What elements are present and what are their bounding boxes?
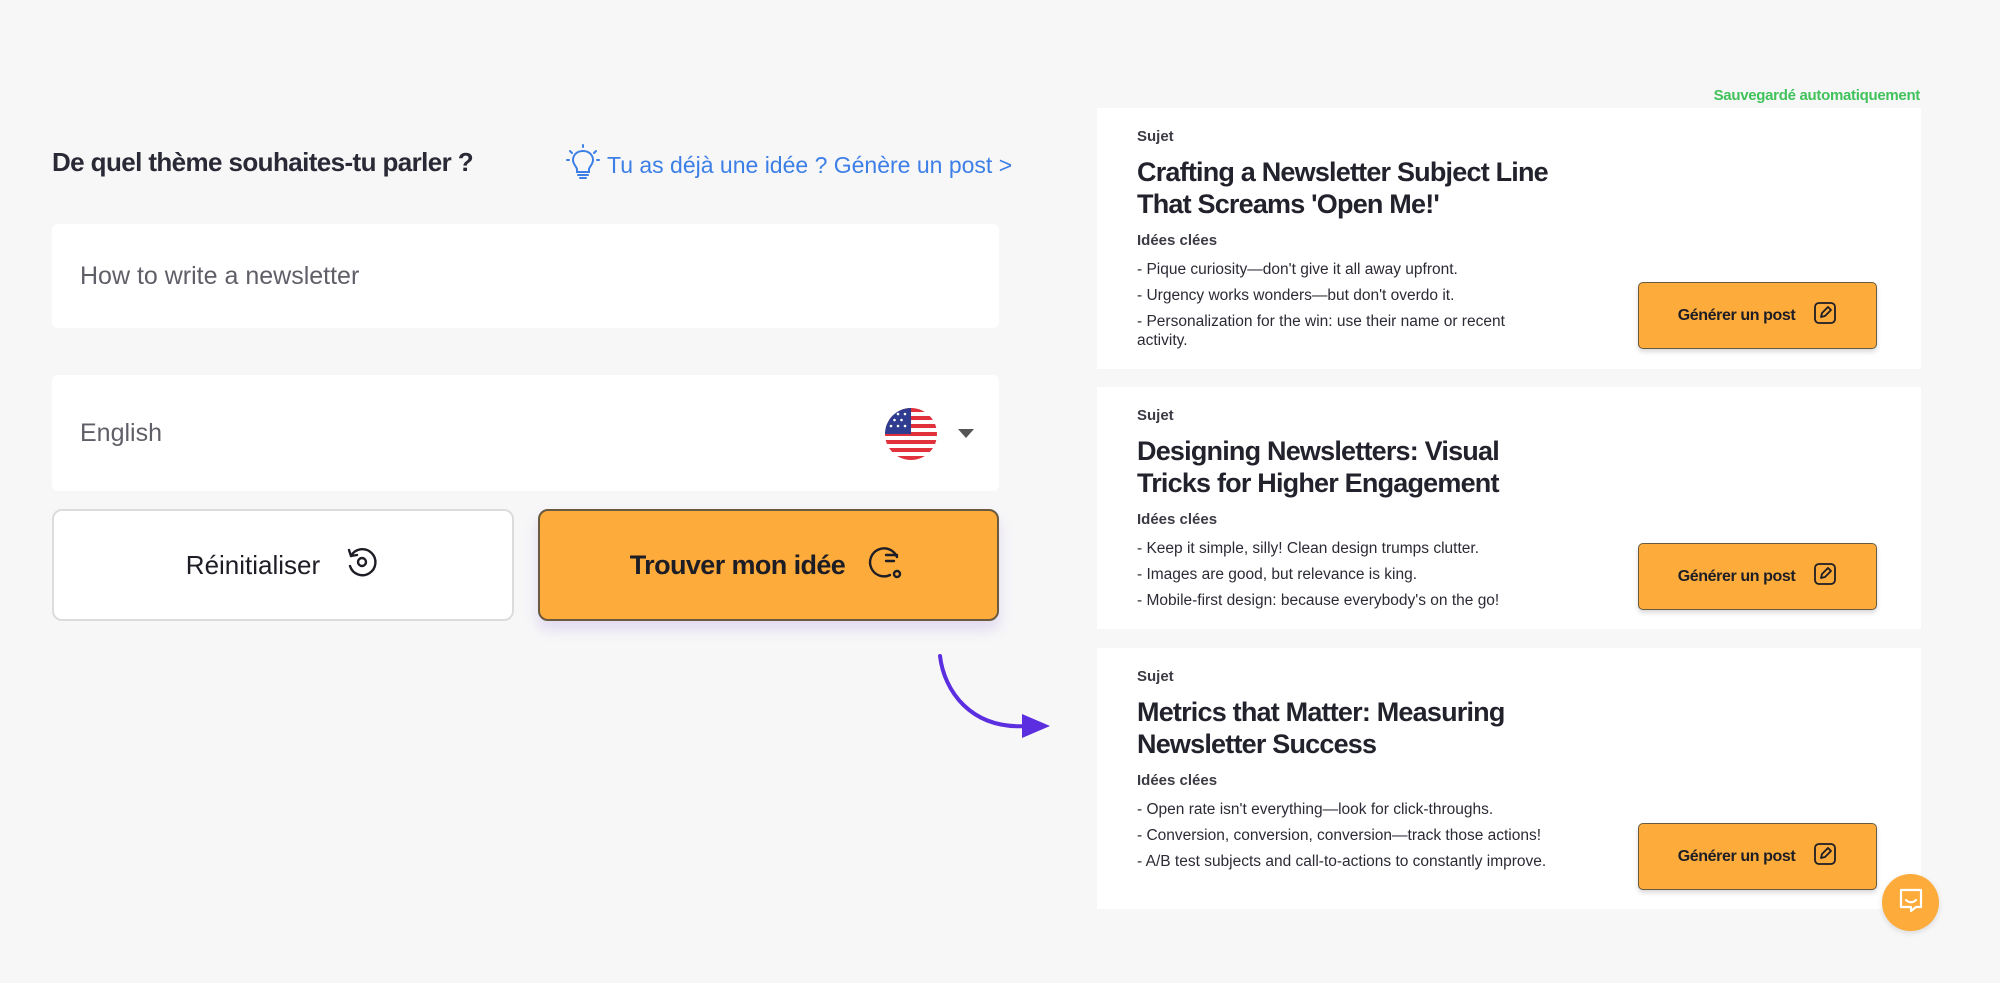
edit-icon: [1813, 562, 1837, 591]
generate-post-button-label: Générer un post: [1677, 306, 1796, 324]
generate-post-button-label: Générer un post: [1677, 567, 1796, 585]
autosave-status: Sauvegardé automatiquement: [1713, 87, 1921, 104]
generate-post-button[interactable]: Générer un post: [1638, 543, 1877, 610]
subject-label: Sujet: [1137, 668, 1174, 685]
find-idea-button[interactable]: Trouver mon idée: [538, 509, 999, 621]
key-idea-item: - Open rate isn't everything—look for cl…: [1137, 801, 1494, 818]
language-value: English: [80, 418, 162, 447]
lightbulb-icon: [565, 143, 601, 187]
reset-button-label: Réinitialiser: [185, 549, 321, 580]
chevron-down-icon: [958, 429, 974, 438]
idea-card: Sujet Metrics that Matter: Measuring New…: [1097, 648, 1921, 909]
us-flag-icon: [885, 408, 937, 460]
key-idea-item: - A/B test subjects and call-to-actions …: [1137, 853, 1547, 870]
topic-field[interactable]: [52, 224, 999, 328]
key-ideas-label: Idées clées: [1137, 511, 1218, 528]
idea-title: Metrics that Matter: Measuring Newslette…: [1137, 697, 1505, 759]
edit-icon: [1813, 842, 1837, 871]
idea-card: Sujet Crafting a Newsletter Subject Line…: [1097, 108, 1921, 369]
reset-button[interactable]: Réinitialiser: [52, 509, 514, 621]
generate-post-button-label: Générer un post: [1677, 847, 1796, 865]
idea-title: Crafting a Newsletter Subject Line That …: [1137, 157, 1549, 219]
find-idea-button-label: Trouver mon idée: [629, 549, 846, 580]
key-idea-item: - Mobile-first design: because everybody…: [1137, 592, 1500, 609]
chat-icon: [1897, 887, 1925, 918]
key-ideas-label: Idées clées: [1137, 772, 1218, 789]
search-idea-icon: [867, 542, 907, 589]
generate-post-button[interactable]: Générer un post: [1638, 282, 1877, 349]
idea-title: Designing Newsletters: Visual Tricks for…: [1137, 436, 1500, 498]
idea-card: Sujet Designing Newsletters: Visual Tric…: [1097, 387, 1921, 629]
subject-label: Sujet: [1137, 407, 1174, 424]
key-ideas-list: - Open rate isn't everything—look for cl…: [1137, 800, 1557, 878]
reset-icon: [344, 544, 380, 587]
chat-launcher-button[interactable]: [1882, 874, 1939, 931]
topic-input[interactable]: [80, 261, 999, 291]
key-ideas-label: Idées clées: [1137, 232, 1218, 249]
key-idea-item: - Urgency works wonders—but don't overdo…: [1137, 287, 1455, 304]
key-idea-item: - Pique curiosity—don't give it all away…: [1137, 261, 1458, 278]
key-idea-item: - Keep it simple, silly! Clean design tr…: [1137, 540, 1479, 557]
theme-question-heading: De quel thème souhaites-tu parler ?: [52, 147, 474, 177]
key-ideas-list: - Pique curiosity—don't give it all away…: [1137, 260, 1557, 357]
generate-post-button[interactable]: Générer un post: [1638, 823, 1877, 890]
subject-label: Sujet: [1137, 128, 1174, 145]
key-idea-item: - Conversion, conversion, conversion—tra…: [1137, 827, 1542, 844]
key-ideas-list: - Keep it simple, silly! Clean design tr…: [1137, 539, 1557, 617]
key-idea-item: - Personalization for the win: use their…: [1137, 313, 1505, 349]
language-select[interactable]: English: [52, 375, 999, 491]
curved-arrow-icon: [938, 654, 1050, 738]
generate-post-link-label: Tu as déjà une idée ? Génère un post >: [607, 151, 1013, 178]
generate-post-link[interactable]: Tu as déjà une idée ? Génère un post >: [565, 143, 1012, 187]
key-idea-item: - Images are good, but relevance is king…: [1137, 566, 1418, 583]
edit-icon: [1813, 301, 1837, 330]
